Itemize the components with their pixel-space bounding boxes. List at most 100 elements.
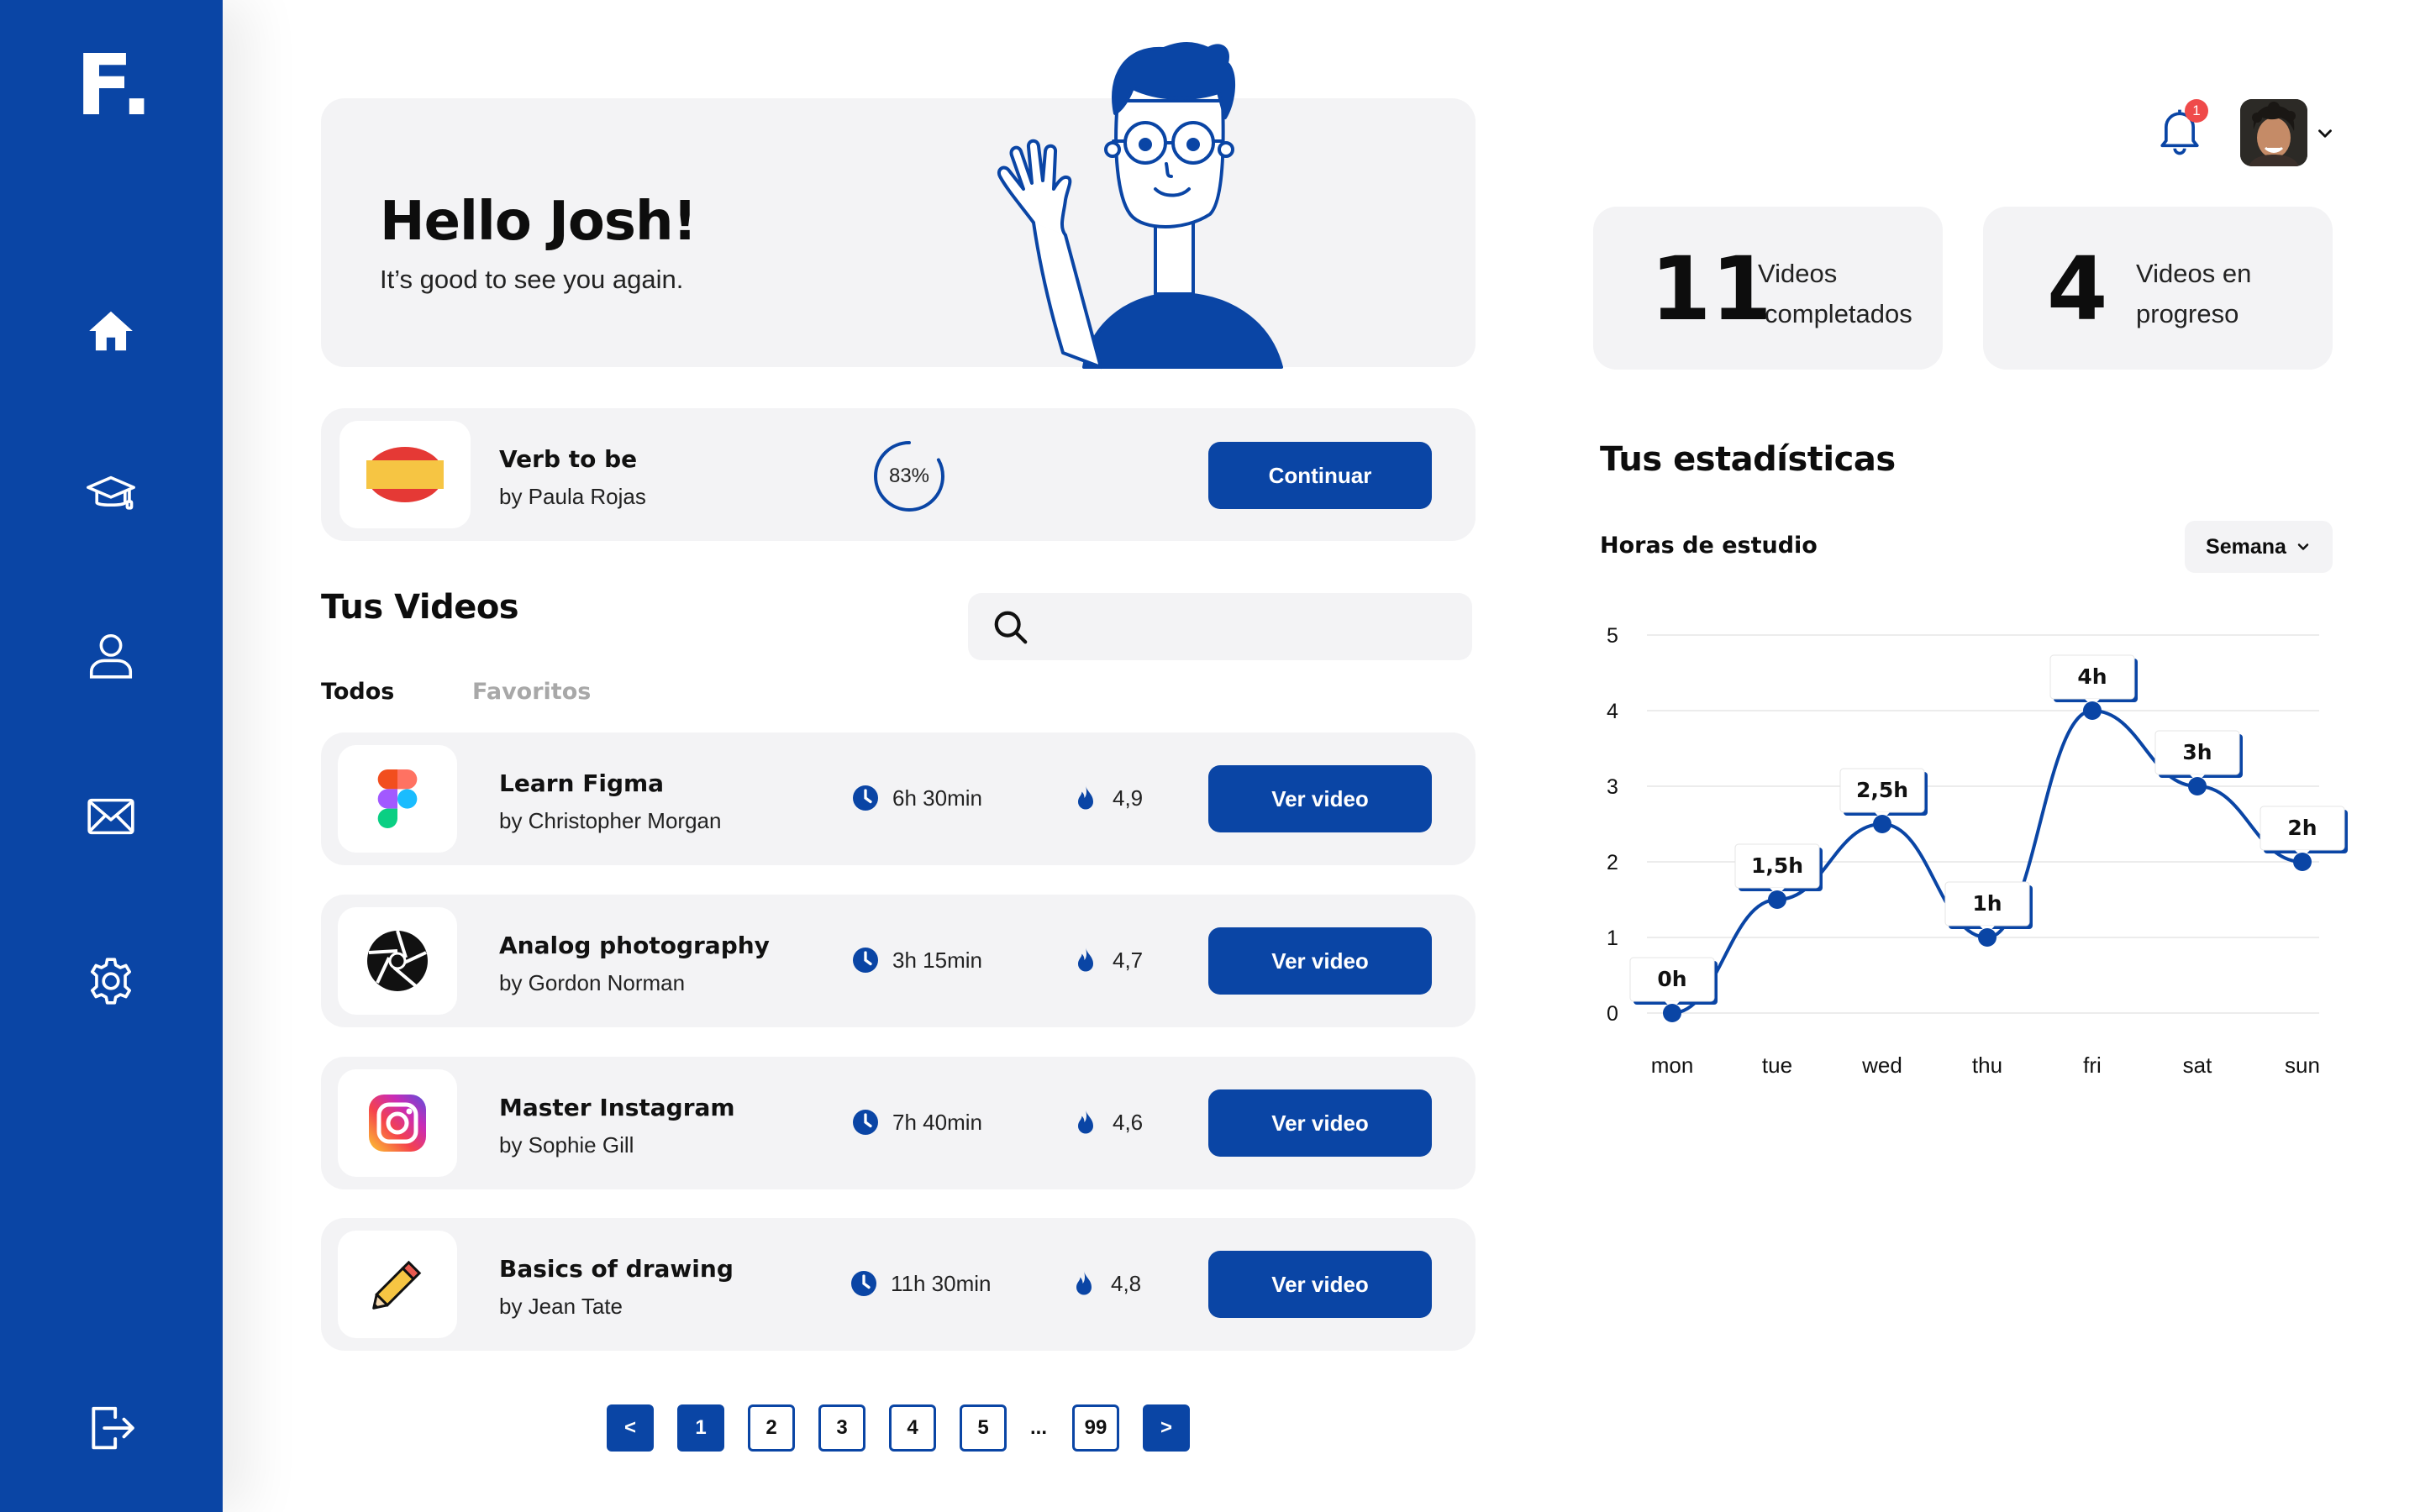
- pagination-next-button[interactable]: >: [1143, 1404, 1190, 1452]
- y-tick-label: 4: [1607, 700, 1618, 723]
- notification-badge: 1: [2185, 99, 2208, 123]
- data-point: [1873, 815, 1891, 833]
- flame-icon: [1076, 1271, 1092, 1295]
- progress-percentage: 83%: [888, 465, 930, 487]
- data-label: 1,5h: [1751, 853, 1803, 878]
- tab-favoritos[interactable]: Favoritos: [472, 679, 591, 705]
- mail-icon: [87, 798, 134, 835]
- pagination-page-1[interactable]: 1: [677, 1404, 724, 1452]
- rating-text: 4,6: [1113, 1109, 1144, 1135]
- sidebar-item-profile[interactable]: [84, 628, 138, 682]
- video-rating: 4,7: [1071, 945, 1143, 975]
- data-label: 3h: [2182, 740, 2212, 764]
- y-tick-label: 1: [1607, 927, 1618, 950]
- logout-button[interactable]: [84, 1401, 138, 1455]
- data-point: [2188, 777, 2207, 795]
- video-title: Master Instagram: [499, 1094, 735, 1121]
- stat-label-line: completados: [1765, 299, 1912, 328]
- pagination-page-5[interactable]: 5: [960, 1404, 1007, 1452]
- stat-card-in-progress: 4 Videos en progreso: [1983, 207, 2333, 370]
- pagination-page-2[interactable]: 2: [748, 1404, 795, 1452]
- y-tick-label: 2: [1607, 851, 1618, 874]
- sidebar-item-courses[interactable]: [84, 467, 138, 521]
- stat-label-line: progreso: [2136, 299, 2239, 328]
- welcome-subtitle: It’s good to see you again.: [380, 265, 684, 294]
- videos-section-title: Tus Videos: [321, 588, 519, 627]
- watch-video-button[interactable]: Ver video: [1208, 765, 1432, 832]
- video-thumbnail: [338, 907, 457, 1015]
- watch-video-button[interactable]: Ver video: [1208, 1089, 1432, 1157]
- course-title: Verb to be: [499, 445, 638, 473]
- video-author: by Sophie Gill: [499, 1132, 634, 1158]
- chevron-down-icon: [2297, 543, 2309, 550]
- sidebar-item-settings[interactable]: [84, 954, 138, 1008]
- video-duration: 11h 30min: [849, 1268, 992, 1299]
- stat-label-line: Videos en: [2136, 259, 2252, 288]
- sidebar-item-home[interactable]: [84, 304, 138, 358]
- video-card: Learn Figma by Christopher Morgan 6h 30m…: [321, 732, 1476, 865]
- video-card: Basics of drawing by Jean Tate 11h 30min…: [321, 1218, 1476, 1351]
- sidebar-item-messages[interactable]: [84, 790, 138, 843]
- watch-video-button[interactable]: Ver video: [1208, 1251, 1432, 1318]
- data-label: 2h: [2287, 816, 2317, 840]
- stat-label: Videos en progreso: [2136, 254, 2251, 334]
- pagination-page-last[interactable]: 99: [1072, 1404, 1119, 1452]
- duration-text: 6h 30min: [892, 785, 982, 811]
- pagination-page-4[interactable]: 4: [889, 1404, 936, 1452]
- video-author: by Gordon Norman: [499, 970, 686, 995]
- period-select[interactable]: Semana: [2185, 521, 2333, 573]
- stat-value: 4: [2047, 238, 2108, 340]
- x-tick-label: wed: [1861, 1053, 1902, 1078]
- video-thumbnail: [338, 1231, 457, 1338]
- data-point: [1663, 1004, 1681, 1022]
- avatar[interactable]: [2240, 99, 2307, 166]
- x-tick-label: sat: [2183, 1053, 2212, 1078]
- video-thumbnail: [338, 745, 457, 853]
- sidebar: F.: [0, 0, 223, 1512]
- duration-text: 7h 40min: [892, 1109, 982, 1135]
- user-icon: [89, 633, 133, 679]
- data-label: 1h: [1972, 891, 2002, 916]
- pagination-page-3[interactable]: 3: [818, 1404, 865, 1452]
- stat-value: 11: [1650, 238, 1772, 340]
- video-duration: 3h 15min: [850, 945, 982, 975]
- flame-icon: [1078, 1110, 1093, 1134]
- welcome-title: Hello Josh!: [380, 191, 697, 253]
- flame-icon: [1078, 948, 1093, 972]
- search-input[interactable]: [968, 593, 1472, 660]
- waving-character-illustration: [997, 42, 1283, 369]
- statistics-title: Tus estadísticas: [1600, 440, 1896, 479]
- data-point: [2293, 853, 2312, 871]
- video-title: Basics of drawing: [499, 1255, 734, 1283]
- chevron-down-icon[interactable]: [2314, 123, 2336, 144]
- video-rating: 4,6: [1071, 1107, 1143, 1137]
- continue-button[interactable]: Continuar: [1208, 442, 1432, 509]
- stat-label: Videos completados: [1758, 254, 1912, 334]
- rating-text: 4,8: [1111, 1270, 1142, 1296]
- logout-icon: [92, 1406, 134, 1450]
- x-tick-label: thu: [1972, 1053, 2002, 1078]
- tab-todos[interactable]: Todos: [321, 679, 394, 705]
- spain-flag-icon: [366, 447, 444, 502]
- period-select-value: Semana: [2206, 534, 2286, 559]
- video-duration: 7h 40min: [850, 1107, 982, 1137]
- chart-subtitle: Horas de estudio: [1600, 533, 1818, 559]
- video-author: by Christopher Morgan: [499, 808, 722, 833]
- watch-video-button[interactable]: Ver video: [1208, 927, 1432, 995]
- stat-card-completed: 11 Videos completados: [1593, 207, 1943, 370]
- data-point: [1768, 890, 1786, 909]
- clock-icon: [853, 1110, 878, 1135]
- continue-course-card: Verb to be by Paula Rojas 83% Continuar: [321, 408, 1476, 541]
- y-tick-label: 5: [1607, 624, 1618, 648]
- brand-logo[interactable]: F.: [76, 44, 153, 128]
- instagram-icon: [369, 1095, 426, 1152]
- clock-icon: [851, 1271, 876, 1296]
- pagination-ellipsis: ...: [1030, 1416, 1048, 1439]
- x-tick-label: fri: [2083, 1053, 2102, 1078]
- camera-aperture-icon: [367, 930, 428, 991]
- duration-text: 11h 30min: [891, 1270, 992, 1296]
- data-point: [2083, 701, 2102, 720]
- flame-icon: [1078, 785, 1093, 810]
- video-duration: 6h 30min: [850, 783, 982, 813]
- pagination-prev-button[interactable]: <: [607, 1404, 654, 1452]
